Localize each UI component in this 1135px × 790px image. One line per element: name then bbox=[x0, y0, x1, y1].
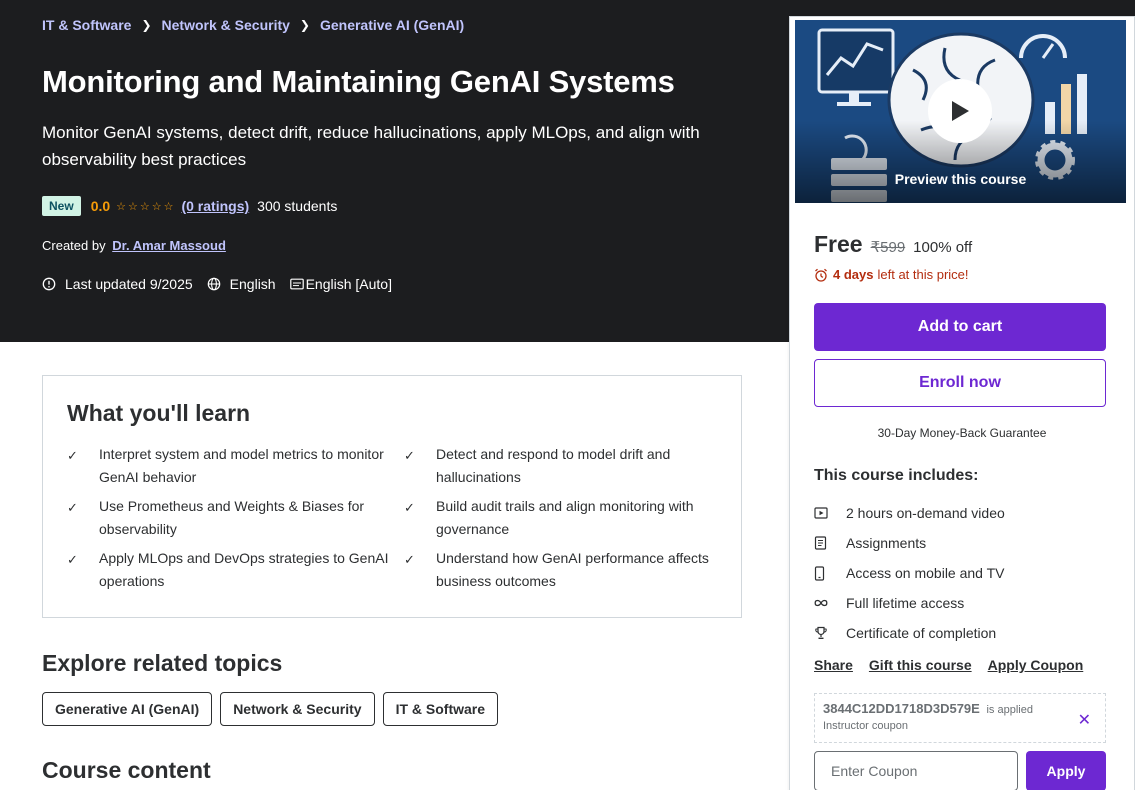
money-back-guarantee: 30-Day Money-Back Guarantee bbox=[877, 426, 1047, 440]
play-icon bbox=[952, 101, 969, 121]
breadcrumb-item-network-security[interactable]: Network & Security bbox=[162, 17, 290, 33]
includes-list: 2 hours on-demand video Assignments Acce… bbox=[814, 498, 1005, 648]
apply-coupon-button[interactable]: Apply bbox=[1026, 751, 1106, 790]
assignment-icon bbox=[814, 536, 827, 550]
infinity-icon bbox=[814, 599, 828, 607]
learn-list: ✓ Interpret system and model metrics to m… bbox=[67, 443, 717, 593]
include-item: Access on mobile and TV bbox=[814, 558, 1005, 588]
created-by-label: Created by bbox=[42, 238, 106, 253]
include-item: Certificate of completion bbox=[814, 618, 1005, 648]
closed-captions-icon bbox=[289, 278, 304, 290]
checkmark-icon: ✓ bbox=[67, 448, 78, 463]
learn-item-text: Use Prometheus and Weights & Biases for … bbox=[99, 498, 365, 537]
checkmark-icon: ✓ bbox=[67, 500, 78, 515]
gift-course-link[interactable]: Gift this course bbox=[869, 657, 972, 673]
learn-item-text: Build audit trails and align monitoring … bbox=[436, 498, 694, 537]
course-content-title: Course content bbox=[42, 757, 211, 783]
breadcrumb-item-it-software[interactable]: IT & Software bbox=[42, 17, 131, 33]
rating-value: 0.0 bbox=[90, 198, 111, 214]
new-badge: New bbox=[42, 196, 81, 216]
chevron-right-icon: ❯ bbox=[299, 18, 310, 32]
course-subtitle: Monitor GenAI systems, detect drift, red… bbox=[42, 123, 700, 169]
captions: English [Auto] bbox=[289, 276, 392, 292]
include-item-label: Access on mobile and TV bbox=[846, 565, 1005, 581]
learn-item: ✓ Interpret system and model metrics to m… bbox=[67, 443, 404, 489]
current-price: Free bbox=[814, 231, 863, 257]
topic-network-security-button[interactable]: Network & Security bbox=[220, 692, 375, 726]
checkmark-icon: ✓ bbox=[404, 500, 415, 515]
add-to-cart-button[interactable]: Add to cart bbox=[814, 303, 1106, 351]
related-topics: Generative AI (GenAI) Network & Security… bbox=[42, 692, 499, 726]
explore-topics-title: Explore related topics bbox=[42, 650, 283, 676]
last-updated: Last updated 9/2025 bbox=[42, 276, 193, 292]
breadcrumb-item-generative-ai[interactable]: Generative AI (GenAI) bbox=[320, 17, 464, 33]
coupon-code-row: 3844C12DD1718D3D579E is applied bbox=[823, 701, 1097, 716]
learn-item: ✓ Apply MLOps and DevOps strategies to Ge… bbox=[67, 547, 404, 593]
discount-percent: 100% off bbox=[913, 239, 973, 256]
include-item: Assignments bbox=[814, 528, 1005, 558]
topic-generative-ai-button[interactable]: Generative AI (GenAI) bbox=[42, 692, 213, 726]
alarm-clock-icon bbox=[815, 268, 827, 282]
checkmark-icon: ✓ bbox=[67, 552, 78, 567]
video-icon bbox=[814, 506, 828, 519]
includes-title: This course includes: bbox=[814, 467, 979, 484]
learn-item-text: Apply MLOps and DevOps strategies to Gen… bbox=[99, 550, 389, 589]
instructor-link[interactable]: Dr. Amar Massoud bbox=[112, 238, 226, 253]
language: English bbox=[207, 276, 276, 292]
learn-item: ✓ Use Prometheus and Weights & Biases for… bbox=[67, 495, 404, 541]
globe-icon bbox=[207, 277, 220, 291]
learn-item-text: Interpret system and model metrics to mo… bbox=[99, 446, 384, 485]
captions-text: English [Auto] bbox=[305, 276, 392, 292]
last-updated-text: Last updated 9/2025 bbox=[65, 276, 193, 292]
preview-label: Preview this course bbox=[894, 171, 1027, 187]
learn-item: ✓ Build audit trails and align monitoring… bbox=[404, 495, 734, 541]
chevron-right-icon: ❯ bbox=[141, 18, 152, 32]
price-timer: 4 days left at this price! bbox=[814, 267, 969, 282]
breadcrumb: IT & Software ❯ Network & Security ❯ Gen… bbox=[42, 17, 464, 33]
purchase-card: Preview this course Free ₹599 100% off 4… bbox=[789, 16, 1135, 790]
apply-coupon-link[interactable]: Apply Coupon bbox=[988, 657, 1084, 673]
coupon-type: Instructor coupon bbox=[823, 720, 908, 732]
topic-it-software-button[interactable]: IT & Software bbox=[382, 692, 499, 726]
ratings-count-link[interactable]: (0 ratings) bbox=[181, 198, 249, 214]
price-row: Free ₹599 100% off bbox=[814, 231, 972, 258]
trophy-icon bbox=[815, 626, 827, 640]
coupon-input[interactable] bbox=[814, 751, 1018, 790]
learn-title: What you'll learn bbox=[67, 400, 251, 426]
checkmark-icon: ✓ bbox=[404, 552, 415, 567]
original-price: ₹599 bbox=[870, 239, 906, 256]
include-item-label: 2 hours on-demand video bbox=[846, 505, 1005, 521]
card-links: Share Gift this course Apply Coupon bbox=[814, 657, 1083, 673]
course-title: Monitoring and Maintaining GenAI Systems bbox=[42, 64, 675, 99]
learn-item-text: Understand how GenAI performance affects… bbox=[436, 550, 709, 589]
checkmark-icon: ✓ bbox=[404, 448, 415, 463]
star-rating-icon: ☆☆☆☆☆ bbox=[116, 200, 176, 213]
created-by: Created by Dr. Amar Massoud bbox=[42, 238, 226, 253]
course-preview-video[interactable]: Preview this course bbox=[795, 20, 1126, 203]
timer-days: 4 days bbox=[833, 267, 874, 282]
coupon-code: 3844C12DD1718D3D579E bbox=[823, 701, 980, 716]
include-item: 2 hours on-demand video bbox=[814, 498, 1005, 528]
course-meta: Last updated 9/2025 English English [Aut… bbox=[42, 276, 406, 292]
what-youll-learn: What you'll learn ✓ Interpret system and … bbox=[42, 375, 742, 618]
include-item-label: Full lifetime access bbox=[846, 595, 965, 611]
learn-item-text: Detect and respond to model drift and ha… bbox=[436, 446, 671, 485]
play-button[interactable] bbox=[928, 79, 992, 143]
remove-coupon-close-icon[interactable]: ✕ bbox=[1078, 710, 1091, 730]
enroll-now-button[interactable]: Enroll now bbox=[814, 359, 1106, 407]
share-link[interactable]: Share bbox=[814, 657, 853, 673]
include-item-label: Certificate of completion bbox=[846, 625, 997, 641]
students-count: 300 students bbox=[257, 198, 338, 214]
mobile-icon bbox=[814, 565, 825, 581]
coupon-applied-text: is applied bbox=[986, 704, 1033, 716]
include-item: Full lifetime access bbox=[814, 588, 1005, 618]
learn-item: ✓ Understand how GenAI performance affect… bbox=[404, 547, 734, 593]
timer-text: left at this price! bbox=[877, 267, 969, 282]
alert-badge-icon bbox=[42, 277, 56, 291]
include-item-label: Assignments bbox=[846, 535, 927, 551]
language-text: English bbox=[229, 276, 276, 292]
applied-coupon: 3844C12DD1718D3D579E is applied Instruct… bbox=[814, 693, 1106, 743]
rating-row: New 0.0 ☆☆☆☆☆ (0 ratings) 300 students bbox=[42, 196, 337, 216]
learn-item: ✓ Detect and respond to model drift and h… bbox=[404, 443, 734, 489]
